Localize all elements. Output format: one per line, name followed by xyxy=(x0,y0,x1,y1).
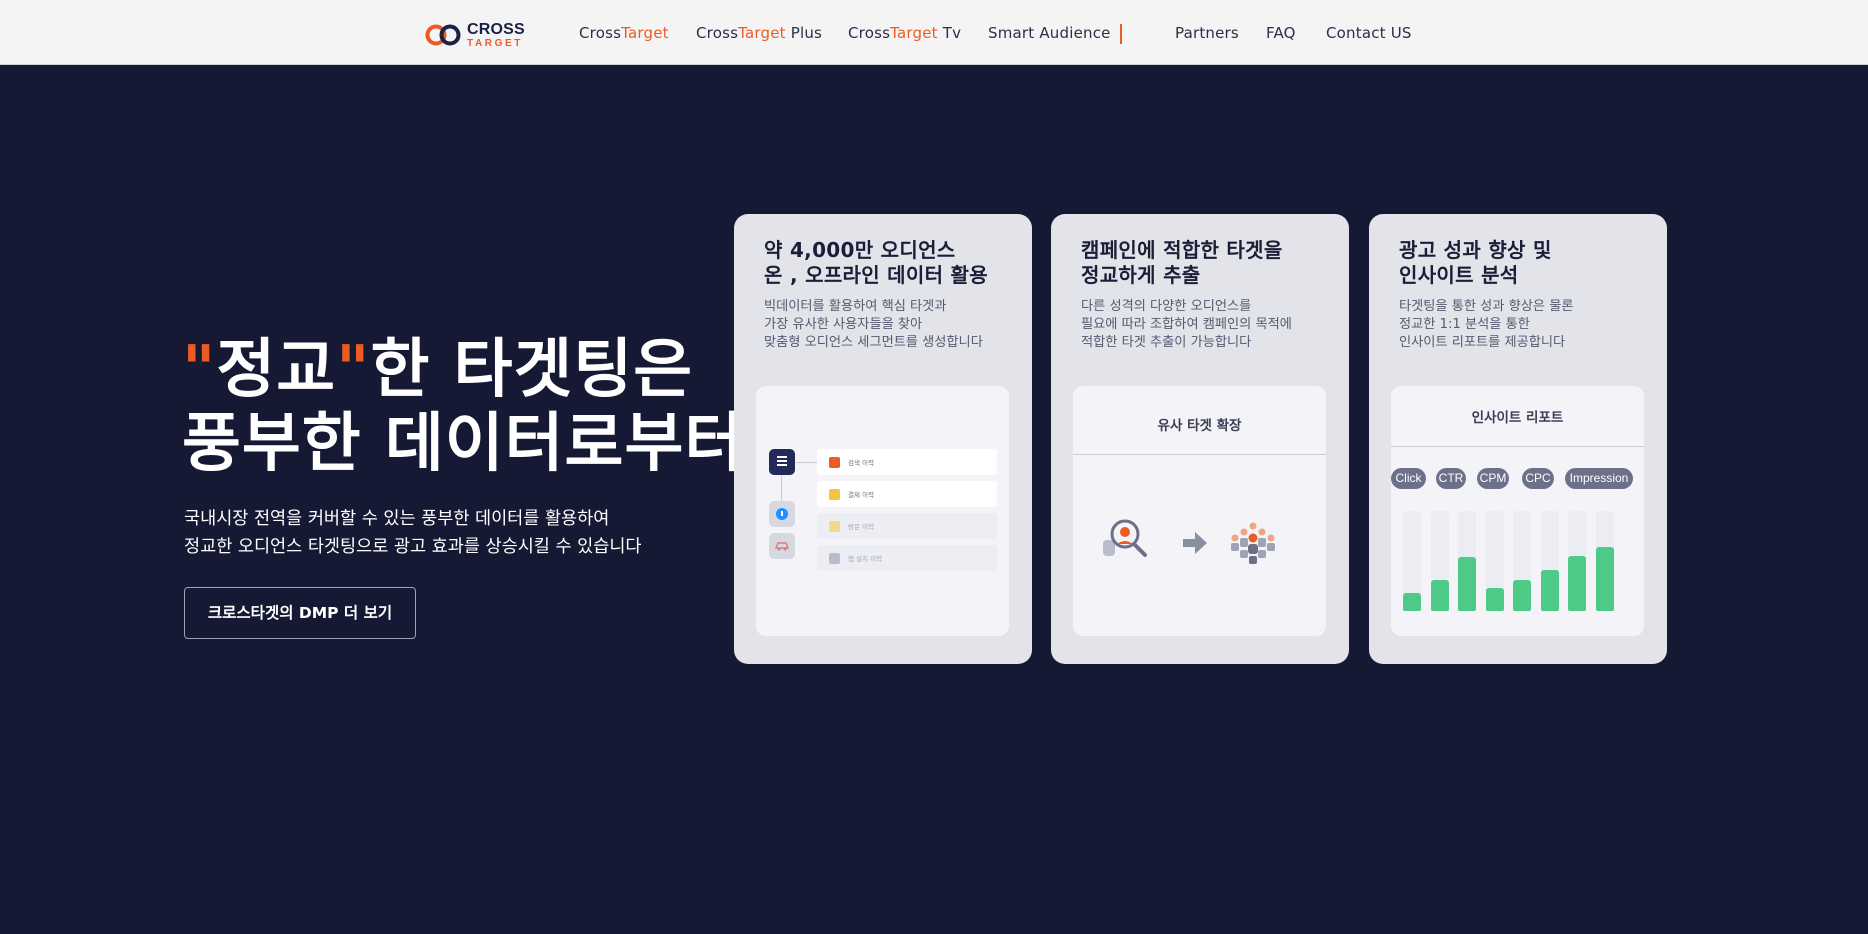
nav-crosstarget-accent: Target xyxy=(621,24,669,42)
panel-title: 유사 타겟 확장 xyxy=(1157,418,1242,434)
list-item: 앱 설치 이력 xyxy=(817,545,997,571)
card-title-line1: 캠페인에 적합한 타겟을 xyxy=(1081,238,1283,262)
card-title: 캠페인에 적합한 타겟을 정교하게 추출 xyxy=(1081,238,1283,288)
insight-report-panel: 인사이트 리포트 xyxy=(1391,386,1644,636)
hero-subtitle: 국내시장 전역을 커버할 수 있는 풍부한 데이터를 활용하여 정교한 오디언스… xyxy=(184,505,642,561)
list-item-label: 방문 이력 xyxy=(848,523,874,531)
nav-contact-us[interactable]: Contact US xyxy=(1326,24,1412,42)
card-desc-line1: 타겟팅을 통한 성과 향상은 물론 xyxy=(1399,299,1574,314)
nav-crosstarget-prefix: Cross xyxy=(579,24,622,42)
panel-title: 인사이트 리포트 xyxy=(1471,410,1564,426)
card-desc-line3: 맞춤형 오디언스 세그먼트를 생성합니다 xyxy=(764,335,983,350)
hero-line2: 풍부한 데이터로부터 xyxy=(182,407,745,481)
top-navigation-bar: CROSS TARGET CrossTarget CrossTarget Plu… xyxy=(0,0,1868,65)
app-install-icon xyxy=(829,553,840,564)
list-item-label: 검색 이력 xyxy=(848,459,874,467)
card-title: 약 4,000만 오디언스 온 , 오프라인 데이터 활용 xyxy=(764,238,988,288)
hero-headline: "정교"한 타겟팅은 풍부한 데이터로부터 xyxy=(182,333,744,481)
panel-divider xyxy=(1391,446,1644,447)
connector-line xyxy=(796,462,817,463)
card-description: 빅데이터를 활용하여 핵심 타겟과 가장 유사한 사용자들을 찾아 맞춤형 오디… xyxy=(764,298,983,352)
hero-sub-line1: 국내시장 전역을 커버할 수 있는 풍부한 데이터를 활용하여 xyxy=(184,509,610,529)
nav-tv-prefix: Cross xyxy=(848,24,891,42)
hero-sub-line2: 정교한 오디언스 타겟팅으로 광고 효과를 상승시킬 수 있습니다 xyxy=(184,537,642,557)
card-title-line1: 광고 성과 향상 및 xyxy=(1399,238,1552,262)
crosstarget-logo-mark-icon xyxy=(425,24,461,46)
bar xyxy=(1513,580,1531,611)
location-app-icon xyxy=(769,501,795,527)
metric-tag-cpc: CPC xyxy=(1522,468,1554,489)
logo-text-target: TARGET xyxy=(467,38,523,49)
crosstarget-logo[interactable]: CROSS TARGET xyxy=(425,21,535,49)
card-desc-line2: 정교한 1:1 분석을 통한 xyxy=(1399,317,1530,332)
lookalike-expansion-graphic xyxy=(1103,519,1275,564)
database-icon xyxy=(769,449,795,475)
nav-plus-accent: Target xyxy=(738,24,786,42)
nav-divider xyxy=(1120,24,1122,44)
panel-divider xyxy=(1073,454,1326,455)
card-title-line2: 온 , 오프라인 데이터 활용 xyxy=(764,263,988,287)
bar xyxy=(1595,547,1614,611)
card-desc-line1: 빅데이터를 활용하여 핵심 타겟과 xyxy=(764,299,947,314)
card-description: 다른 성격의 다양한 오디언스를 필요에 따라 조합하여 캠페인의 목적에 적합… xyxy=(1081,298,1292,352)
nav-plus-suffix: Plus xyxy=(785,24,823,42)
bar xyxy=(1430,580,1449,611)
metric-tag-ctr: CTR xyxy=(1436,468,1466,489)
visit-history-icon xyxy=(829,521,840,532)
card-title-line2: 인사이트 분석 xyxy=(1399,263,1519,287)
bar xyxy=(1403,593,1421,611)
metric-tag-cpm: CPM xyxy=(1477,468,1509,489)
list-item: 검색 이력 xyxy=(817,449,997,475)
bar xyxy=(1540,570,1559,611)
lookalike-illustration: 유사 타겟 확장 xyxy=(1073,386,1326,636)
nav-crosstarget[interactable]: CrossTarget xyxy=(579,24,669,42)
hero-quote-open: " xyxy=(182,333,217,407)
nav-crosstarget-tv[interactable]: CrossTarget Tv xyxy=(848,24,961,42)
list-item: 방문 이력 xyxy=(817,513,997,539)
card-desc-line3: 인사이트 리포트를 제공합니다 xyxy=(1399,335,1566,350)
bar xyxy=(1568,556,1586,611)
car-icon xyxy=(769,533,795,559)
search-history-icon xyxy=(829,457,840,468)
nav-partners[interactable]: Partners xyxy=(1175,24,1239,42)
hero-line1-rest: 한 타겟팅은 xyxy=(370,333,694,407)
payment-history-icon xyxy=(829,489,840,500)
list-item-label: 앱 설치 이력 xyxy=(848,555,883,563)
feature-card-targeting: 캠페인에 적합한 타겟을 정교하게 추출 다른 성격의 다양한 오디언스를 필요… xyxy=(1051,214,1349,664)
hero-quote-close: " xyxy=(336,333,371,407)
nav-smart-audience[interactable]: Smart Audience xyxy=(988,24,1111,42)
hero-highlight: 정교 xyxy=(216,333,337,407)
card-title-line1: 약 4,000만 오디언스 xyxy=(764,238,956,262)
feature-card-audience: 약 4,000만 오디언스 온 , 오프라인 데이터 활용 빅데이터를 활용하여… xyxy=(734,214,1032,664)
card-description: 타겟팅을 통한 성과 향상은 물론 정교한 1:1 분석을 통한 인사이트 리포… xyxy=(1399,298,1574,352)
bar xyxy=(1485,588,1504,611)
card-desc-line1: 다른 성격의 다양한 오디언스를 xyxy=(1081,299,1252,314)
nav-crosstarget-plus[interactable]: CrossTarget Plus xyxy=(696,24,822,42)
metric-tag-impression: Impression xyxy=(1565,468,1633,489)
view-dmp-button[interactable]: 크로스타겟의 DMP 더 보기 xyxy=(184,587,416,639)
audience-group-icon xyxy=(1231,522,1275,564)
nav-tv-accent: Target xyxy=(890,24,938,42)
logo-text-cross: CROSS xyxy=(467,21,525,38)
list-item-label: 결제 이력 xyxy=(848,491,874,499)
list-item: 결제 이력 xyxy=(817,481,997,507)
bar xyxy=(1458,557,1476,611)
card-desc-line2: 가장 유사한 사용자들을 찾아 xyxy=(764,317,923,332)
card-title: 광고 성과 향상 및 인사이트 분석 xyxy=(1399,238,1552,288)
nav-faq[interactable]: FAQ xyxy=(1266,24,1296,42)
arrow-right-icon xyxy=(1183,532,1207,554)
nav-plus-prefix: Cross xyxy=(696,24,739,42)
nav-tv-suffix: Tv xyxy=(937,24,962,42)
data-source-illustration: 검색 이력 결제 이력 방문 이력 앱 설치 이력 xyxy=(756,386,1009,636)
metric-tag-click: Click xyxy=(1391,468,1426,489)
feature-card-insight: 광고 성과 향상 및 인사이트 분석 타겟팅을 통한 성과 향상은 물론 정교한… xyxy=(1369,214,1667,664)
card-title-line2: 정교하게 추출 xyxy=(1081,263,1201,287)
magnifier-person-icon xyxy=(1103,519,1147,557)
card-desc-line3: 적합한 타겟 추출이 가능합니다 xyxy=(1081,335,1252,350)
card-desc-line2: 필요에 따라 조합하여 캠페인의 목적에 xyxy=(1081,317,1292,332)
